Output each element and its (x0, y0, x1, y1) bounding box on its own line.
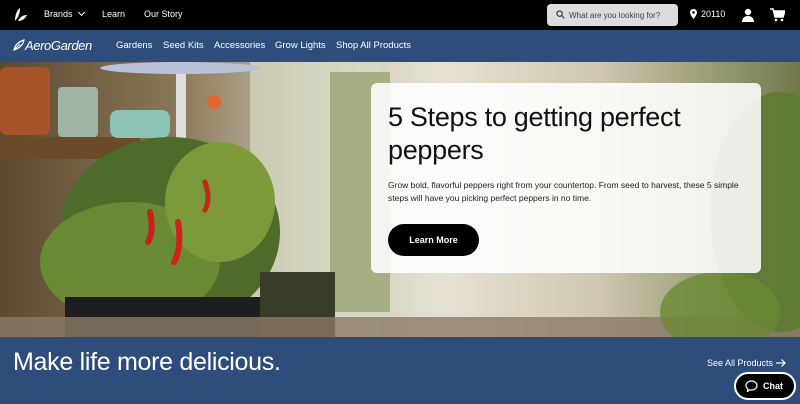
location-zip[interactable]: 20110 (701, 9, 725, 19)
arrow-right-icon[interactable] (776, 358, 786, 368)
location-pin-icon[interactable] (690, 9, 697, 19)
nav-accessories[interactable]: Accessories (214, 40, 265, 51)
chat-label: Chat (763, 381, 783, 391)
learn-more-button[interactable]: Learn More (388, 224, 479, 256)
chat-button[interactable]: Chat (734, 372, 796, 400)
nav-shop-all-products[interactable]: Shop All Products (336, 40, 411, 51)
top-bar: Brands Learn Our Story 20110 (0, 0, 800, 30)
nav-grow-lights[interactable]: Grow Lights (275, 40, 326, 51)
brands-label: Brands (44, 9, 73, 19)
nav-gardens[interactable]: Gardens (116, 40, 152, 51)
user-icon[interactable] (741, 8, 755, 22)
hero-banner: 5 Steps to getting perfect peppers Grow … (0, 62, 800, 337)
main-nav: AeroGarden Gardens Seed Kits Accessories… (0, 30, 800, 62)
brand-leaf-icon[interactable] (12, 7, 28, 23)
nav-seed-kits[interactable]: Seed Kits (163, 40, 204, 51)
aerogarden-logo[interactable]: AeroGarden (25, 38, 92, 53)
section-title: Make life more delicious. (13, 348, 281, 376)
aerogarden-logo-icon[interactable] (13, 39, 25, 51)
hero-card: 5 Steps to getting perfect peppers Grow … (371, 83, 761, 273)
search-box[interactable] (547, 4, 678, 26)
products-band: Make life more delicious. See All Produc… (0, 337, 800, 404)
cart-icon[interactable] (770, 8, 785, 22)
search-icon (556, 10, 565, 19)
chat-bubble-icon (745, 380, 758, 392)
hero-subtitle: Grow bold, flavorful peppers right from … (388, 180, 739, 203)
see-all-products-link[interactable]: See All Products (707, 358, 773, 368)
brands-menu[interactable]: Brands (44, 8, 85, 19)
hero-title: 5 Steps to getting perfect peppers (388, 102, 681, 165)
chevron-down-icon (77, 8, 85, 17)
our-story-link[interactable]: Our Story (144, 9, 183, 19)
search-input[interactable] (569, 8, 673, 22)
learn-link[interactable]: Learn (102, 9, 125, 19)
